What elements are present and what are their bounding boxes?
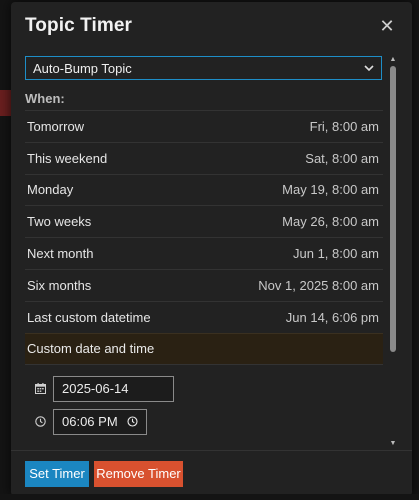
scroll-down-icon[interactable]: ▼ xyxy=(389,440,397,448)
option-value: Sat, 8:00 am xyxy=(305,150,379,166)
option-label: Six months xyxy=(27,277,92,293)
option-value: Jun 1, 8:00 am xyxy=(293,246,379,262)
modal-scrollbar[interactable]: ▲ ▼ xyxy=(389,56,397,448)
option-monday[interactable]: Monday May 19, 8:00 am xyxy=(25,173,383,206)
close-icon: ✕ xyxy=(379,15,395,36)
calendar-icon xyxy=(35,383,53,395)
when-label: When: xyxy=(25,91,65,106)
close-button[interactable]: ✕ xyxy=(376,16,398,37)
date-input[interactable]: 2025-06-14 xyxy=(53,375,174,402)
clock-icon xyxy=(35,416,53,428)
option-label: Two weeks xyxy=(27,214,92,230)
set-timer-button[interactable]: Set Timer xyxy=(25,460,89,487)
option-last-custom-datetime[interactable]: Last custom datetime Jun 14, 6:06 pm xyxy=(25,300,383,333)
option-next-month[interactable]: Next month Jun 1, 8:00 am xyxy=(25,237,383,269)
scrollbar-thumb[interactable] xyxy=(390,66,396,352)
time-row: 06:06 PM xyxy=(35,408,383,435)
custom-datetime-panel: 2025-06-14 06:06 PM xyxy=(25,364,383,450)
topic-timer-modal: Topic Timer ✕ Auto-Bump Topic When: Tomo… xyxy=(11,2,412,496)
chevron-down-icon xyxy=(364,65,374,72)
option-this-weekend[interactable]: This weekend Sat, 8:00 am xyxy=(25,141,383,174)
option-label: Monday xyxy=(27,182,74,198)
time-options-list: Tomorrow Fri, 8:00 am This weekend Sat, … xyxy=(25,110,383,365)
option-custom-date-time[interactable]: Custom date and time xyxy=(25,332,383,365)
date-value: 2025-06-14 xyxy=(62,381,129,397)
option-label: This weekend xyxy=(27,150,108,166)
option-value: May 19, 8:00 am xyxy=(282,182,379,198)
option-value: Nov 1, 2025 8:00 am xyxy=(258,277,379,293)
date-row: 2025-06-14 xyxy=(35,375,383,402)
timer-type-select[interactable]: Auto-Bump Topic xyxy=(25,56,382,80)
modal-header: Topic Timer ✕ xyxy=(11,2,412,50)
option-six-months[interactable]: Six months Nov 1, 2025 8:00 am xyxy=(25,268,383,301)
time-input[interactable]: 06:06 PM xyxy=(53,408,147,435)
modal-footer: Set Timer Remove Timer xyxy=(11,450,412,496)
option-value: Jun 14, 6:06 pm xyxy=(285,309,379,325)
modal-body: Auto-Bump Topic When: Tomorrow Fri, 8:00… xyxy=(11,50,403,450)
option-label: Last custom datetime xyxy=(27,309,151,325)
option-value: May 26, 8:00 am xyxy=(282,214,379,230)
modal-title: Topic Timer xyxy=(25,15,133,36)
option-label: Tomorrow xyxy=(27,118,85,134)
option-label: Custom date and time xyxy=(27,341,155,357)
option-label: Next month xyxy=(27,246,94,262)
scroll-up-icon[interactable]: ▲ xyxy=(389,56,397,64)
option-tomorrow[interactable]: Tomorrow Fri, 8:00 am xyxy=(25,110,383,142)
time-value: 06:06 PM xyxy=(62,414,118,430)
option-two-weeks[interactable]: Two weeks May 26, 8:00 am xyxy=(25,205,383,237)
backdrop-bottom xyxy=(0,494,419,500)
remove-timer-button[interactable]: Remove Timer xyxy=(94,460,183,487)
clock-picker-icon[interactable] xyxy=(127,416,138,427)
option-value: Fri, 8:00 am xyxy=(309,118,379,134)
timer-type-value: Auto-Bump Topic xyxy=(33,60,132,76)
